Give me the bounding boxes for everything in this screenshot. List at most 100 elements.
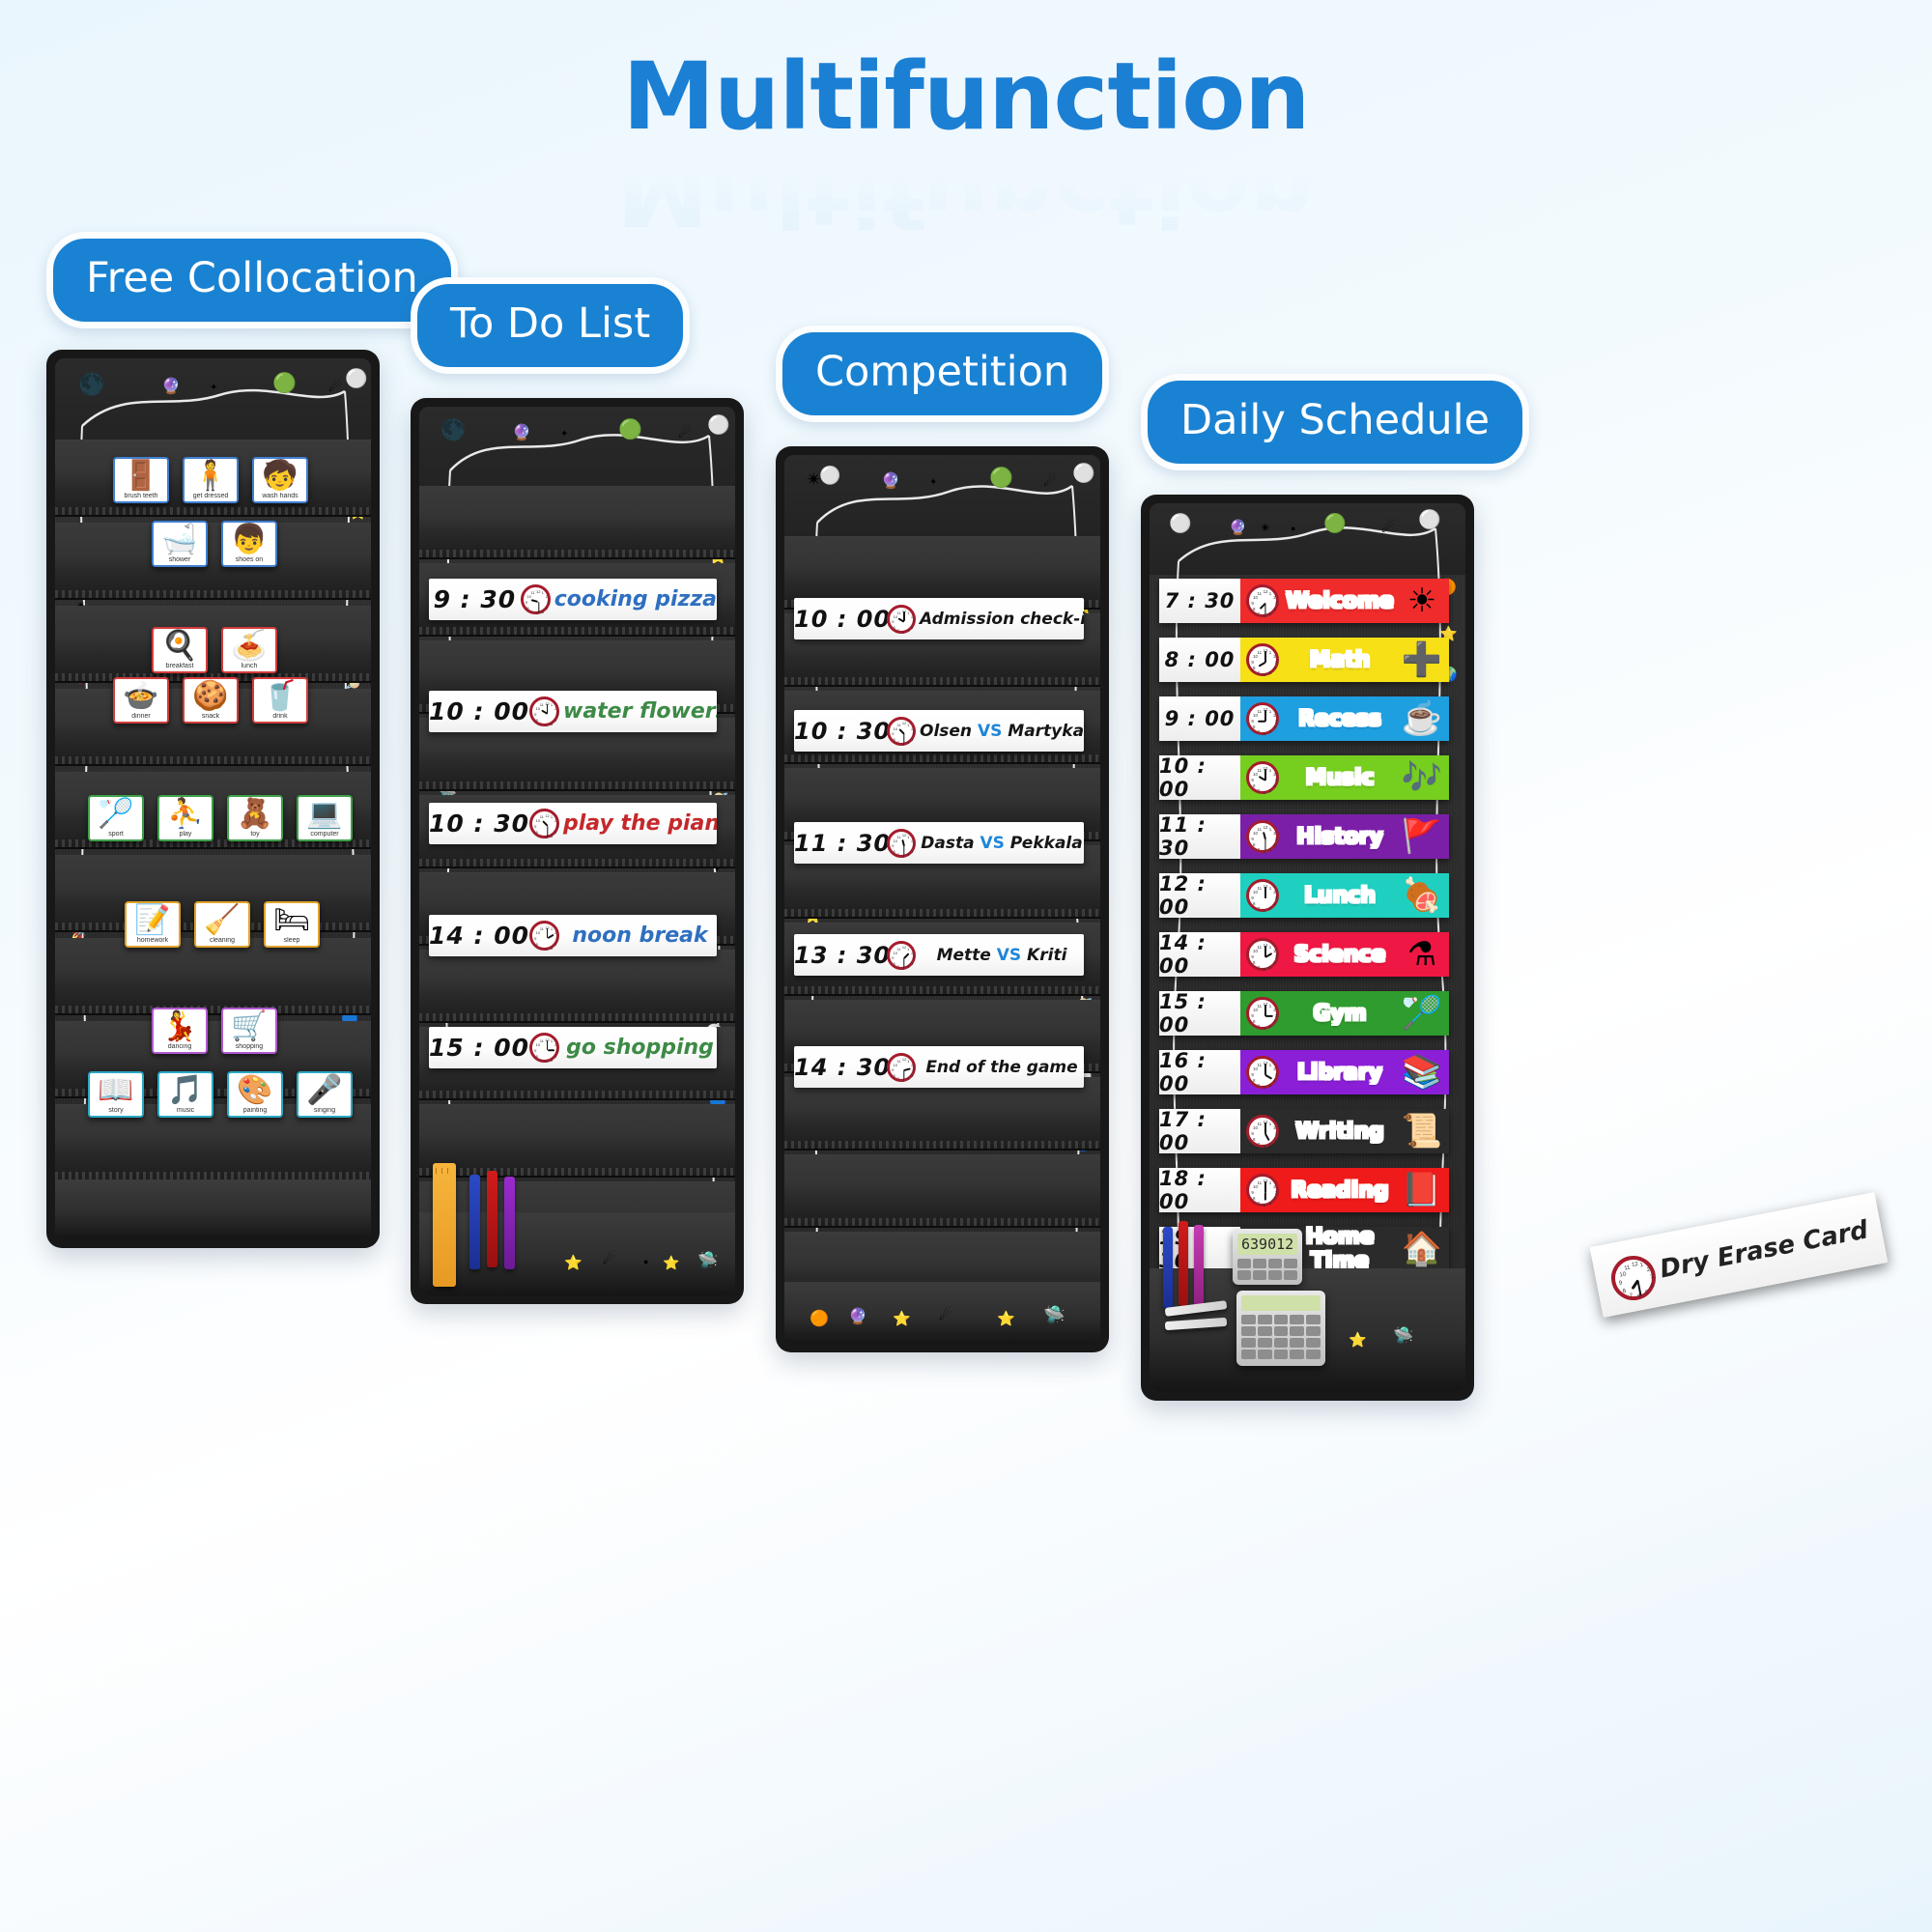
schedule-subject-label: Reading xyxy=(1291,1178,1389,1203)
analog-clock-icon: 123456789101112 xyxy=(1246,1056,1279,1090)
activity-picture-card[interactable]: 🥤 drink xyxy=(252,677,308,724)
schedule-subject-icon: 🎶 xyxy=(1401,759,1443,796)
activity-picture-card[interactable]: 🛒 shopping xyxy=(221,1008,277,1054)
activity-picture-card[interactable]: 💃 dancing xyxy=(152,1008,208,1054)
activity-picture-card[interactable]: 📖 story xyxy=(88,1071,144,1118)
daily-schedule-row[interactable]: 11 : 30 1 2 3 4 5 6 7 8 9 10 11 12 History 🚩 xyxy=(1159,813,1449,860)
competition-match-label: Admission check-in xyxy=(920,609,1084,629)
analog-clock-icon: 123456789101112 xyxy=(1246,643,1279,677)
todo-card[interactable]: 15 : 00123456789101112 go shopping xyxy=(429,1027,717,1068)
activity-picture-card[interactable]: 🍳 breakfast xyxy=(152,627,208,673)
daily-schedule-row[interactable]: 16 : 00123456789101112 Library 📚 xyxy=(1159,1049,1449,1095)
activity-picture-card[interactable]: 💻 computer xyxy=(297,795,353,841)
schedule-subject-label: Music xyxy=(1305,765,1375,790)
activity-picture-card[interactable]: 🧸 toy xyxy=(227,795,283,841)
schedule-time: 10 : 00 xyxy=(1159,754,1240,801)
chart-pocket xyxy=(55,606,371,683)
activity-icon: ⛹ xyxy=(167,798,204,830)
activity-icon: 🧹 xyxy=(204,904,241,936)
competitor-left: Mette xyxy=(936,945,997,965)
analog-clock-icon: 123456789101112 xyxy=(1246,938,1279,972)
activity-card-caption: singing xyxy=(298,1107,351,1116)
activity-card-caption: wash hands xyxy=(254,493,306,501)
pencil-icon xyxy=(1164,1317,1228,1331)
daily-schedule-row[interactable]: 15 : 00123456789101112 Gym 🏸 xyxy=(1159,990,1449,1037)
competition-card[interactable]: 10 : 00123456789101112Admission check-in xyxy=(794,598,1084,639)
analog-clock-icon: 123456789101112 xyxy=(1246,820,1279,854)
analog-clock-icon: 123456789101112 xyxy=(1246,702,1279,736)
activity-icon: 💃 xyxy=(161,1010,198,1042)
daily-schedule-row[interactable]: 8 : 00123456789101112 Math ➕ xyxy=(1159,638,1449,682)
ufo-icon: 🛸 xyxy=(1043,1305,1065,1324)
activity-card-caption: shopping xyxy=(223,1043,275,1052)
schedule-subject-label: Library xyxy=(1296,1060,1383,1085)
activity-icon: 🎤 xyxy=(306,1074,343,1106)
schedule-subject-icon: 📚 xyxy=(1401,1054,1443,1091)
daily-schedule-row[interactable]: 18 : 00123456789101112 Reading 📕 xyxy=(1159,1167,1449,1213)
todo-card[interactable]: 10 : 00123456789101112water flowers xyxy=(429,691,717,732)
competition-match-label: Mette VS Kriti xyxy=(916,946,1084,965)
activity-card-caption: painting xyxy=(229,1107,281,1116)
schedule-subject-icon: 🏸 xyxy=(1401,995,1443,1032)
competition-card[interactable]: 10 : 30 1 2 3 4 5 6 7 8 9 10 11 12 Olsen VS Martyka xyxy=(794,710,1084,752)
daily-schedule-row[interactable]: 14 : 00123456789101112 Science ⚗ xyxy=(1159,931,1449,978)
ufo-icon: 🛸 xyxy=(1393,1326,1414,1345)
activity-picture-card[interactable]: 🧹 cleaning xyxy=(194,901,250,948)
daily-schedule-row[interactable]: 7 : 30 1 2 3 4 5 6 7 8 9 10 11 12 Welcome ☀ xyxy=(1159,579,1449,623)
analog-clock-icon: 123456789101112 xyxy=(1246,584,1279,618)
activity-picture-card[interactable]: 🎤 singing xyxy=(297,1071,353,1118)
activity-card-caption: snack xyxy=(185,713,237,722)
competition-card[interactable]: 11 : 30 1 2 3 4 5 6 7 8 9 10 11 12 Dasta VS Pekkala xyxy=(794,822,1084,864)
star-icon: ⭐ xyxy=(893,1311,911,1327)
todo-time: 10 : 00 xyxy=(429,697,529,725)
planet-icon: 🔮 xyxy=(848,1309,867,1325)
activity-picture-card[interactable]: 🚪 brush teeth xyxy=(113,457,169,503)
activity-picture-card[interactable]: 🛏 sleep xyxy=(264,901,320,948)
daily-schedule-row[interactable]: 12 : 00123456789101112 Lunch 🍖 xyxy=(1159,872,1449,919)
activity-picture-card[interactable]: 📝 homework xyxy=(125,901,181,948)
schedule-time: 12 : 00 xyxy=(1159,872,1240,919)
chart-pocket xyxy=(784,1154,1100,1228)
activity-picture-card[interactable]: 👦 shoes on xyxy=(221,521,277,567)
pen-purple-icon xyxy=(504,1177,515,1269)
pen-red-icon xyxy=(487,1171,497,1267)
comet-icon: ☄ xyxy=(603,1251,616,1267)
pocket-chart-free-collocation: 🌑 🔮 ✦ 🟢 ☄ ⚪ ⭐ 🟠 ⭐ ☄ 🌍 ✴ ✦ 🚀 🪐 ⭐ ✦ 🟠 ✦ ⭐ … xyxy=(46,350,380,1248)
page-title: Multifunction xyxy=(622,43,1310,151)
activity-picture-card[interactable]: 🛁 shower xyxy=(152,521,208,567)
activity-icon: 🛁 xyxy=(161,524,198,555)
activity-picture-card[interactable]: 🍪 snack xyxy=(183,677,239,724)
activity-picture-card[interactable]: 🎨 painting xyxy=(227,1071,283,1118)
schedule-subject-icon: 📕 xyxy=(1401,1172,1443,1208)
activity-picture-card[interactable]: 🏸 sport xyxy=(88,795,144,841)
planet-icon: 🟠 xyxy=(810,1311,829,1327)
daily-schedule-row[interactable]: 10 : 00123456789101112 Music 🎶 xyxy=(1159,754,1449,801)
schedule-time: 18 : 00 xyxy=(1159,1167,1240,1213)
activity-picture-card[interactable]: 🍝 lunch xyxy=(221,627,277,673)
chart-pocket xyxy=(55,938,371,1015)
activity-icon: 🧍 xyxy=(192,460,229,492)
schedule-subject-card: 123456789101112 Music 🎶 xyxy=(1240,755,1449,800)
competition-match-label: Olsen VS Martyka xyxy=(916,722,1084,741)
analog-clock-icon: 123456789101112 xyxy=(529,696,559,727)
activity-picture-card[interactable]: 🧒 wash hands xyxy=(252,457,308,503)
todo-card[interactable]: 10 : 30123456789101112play the piano xyxy=(429,803,717,844)
star-icon: ⭐ xyxy=(564,1255,582,1271)
activity-card-caption: sport xyxy=(90,831,142,839)
activity-picture-card[interactable]: 🧍 get dressed xyxy=(183,457,239,503)
schedule-subject-icon: ☀ xyxy=(1406,582,1437,619)
competition-card[interactable]: 13 : 30 1 2 3 4 5 6 7 8 9 10 11 12 Mette VS Kriti xyxy=(794,934,1084,976)
schedule-subject-label: Welcome xyxy=(1286,588,1394,613)
competitor-left: Olsen xyxy=(920,721,978,741)
competition-card[interactable]: 14 : 30 1 2 3 4 5 6 7 8 9 10 11 12 End of the game xyxy=(794,1046,1084,1088)
activity-picture-card[interactable]: ⛹ play xyxy=(157,795,213,841)
daily-schedule-row[interactable]: 9 : 00123456789101112 Recess ☕ xyxy=(1159,696,1449,741)
competition-time: 13 : 30 xyxy=(794,941,892,969)
todo-card[interactable]: 9 : 30 1 2 3 4 5 6 7 8 9 10 11 12 cooking pizza xyxy=(429,579,717,620)
activity-picture-card[interactable]: 🍲 dinner xyxy=(113,677,169,724)
activity-picture-card[interactable]: 🎵 music xyxy=(157,1071,213,1118)
analog-clock-icon: 123456789101112 xyxy=(529,921,559,952)
todo-card[interactable]: 14 : 00123456789101112 noon break xyxy=(429,915,717,956)
daily-schedule-row[interactable]: 17 : 00123456789101112 Writing 📜 xyxy=(1159,1108,1449,1154)
todo-task-label: water flowers xyxy=(563,699,717,724)
